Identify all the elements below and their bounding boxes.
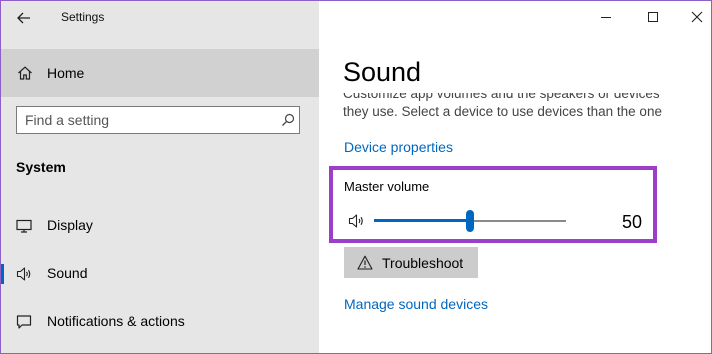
warning-icon	[357, 255, 373, 270]
minimize-icon	[601, 17, 611, 18]
sidebar-item-notifications[interactable]: Notifications & actions	[1, 302, 319, 342]
page-title: Sound	[343, 57, 422, 87]
sidebar-item-display[interactable]: Display	[1, 206, 319, 246]
sidebar-item-sound[interactable]: Sound	[1, 254, 319, 294]
settings-window: Settings Home System Display	[0, 0, 712, 354]
home-icon	[18, 66, 32, 80]
sidebar-item-label: Notifications & actions	[47, 313, 185, 329]
device-properties-link[interactable]: Device properties	[344, 139, 453, 155]
section-header-system: System	[16, 159, 66, 175]
maximize-icon	[648, 12, 658, 22]
master-volume-panel: Master volume 50	[329, 166, 657, 243]
sidebar: Settings Home System Display	[1, 1, 319, 353]
display-icon	[16, 219, 32, 233]
search-box[interactable]	[16, 106, 300, 134]
search-icon[interactable]	[281, 113, 295, 127]
main-content: Sound Customize app volumes and the spea…	[319, 1, 711, 353]
close-button[interactable]	[683, 5, 711, 29]
minimize-button[interactable]	[592, 5, 620, 29]
back-button[interactable]	[13, 7, 35, 29]
close-icon	[691, 11, 703, 23]
troubleshoot-button[interactable]: Troubleshoot	[344, 247, 478, 278]
master-volume-slider[interactable]	[374, 210, 566, 232]
speaker-icon	[16, 267, 31, 281]
speaker-icon[interactable]	[348, 213, 366, 229]
search-input[interactable]	[25, 111, 265, 129]
app-title: Settings	[61, 10, 105, 24]
slider-fill	[374, 219, 470, 222]
description-clip: Customize app volumes and the speakers o…	[343, 93, 663, 123]
sidebar-item-home[interactable]: Home	[1, 49, 319, 97]
volume-value: 50	[622, 212, 643, 232]
troubleshoot-label: Troubleshoot	[382, 255, 464, 271]
notifications-icon	[16, 315, 32, 329]
sidebar-item-label: Sound	[47, 265, 88, 281]
back-arrow-icon	[17, 12, 30, 24]
slider-thumb[interactable]	[466, 210, 474, 232]
sidebar-item-label: Display	[47, 217, 93, 233]
active-indicator	[1, 264, 4, 284]
manage-sound-devices-link[interactable]: Manage sound devices	[344, 296, 488, 312]
maximize-button[interactable]	[639, 5, 667, 29]
description-text: Customize app volumes and the speakers o…	[343, 93, 662, 123]
home-label: Home	[47, 65, 85, 81]
master-volume-label: Master volume	[344, 179, 430, 194]
